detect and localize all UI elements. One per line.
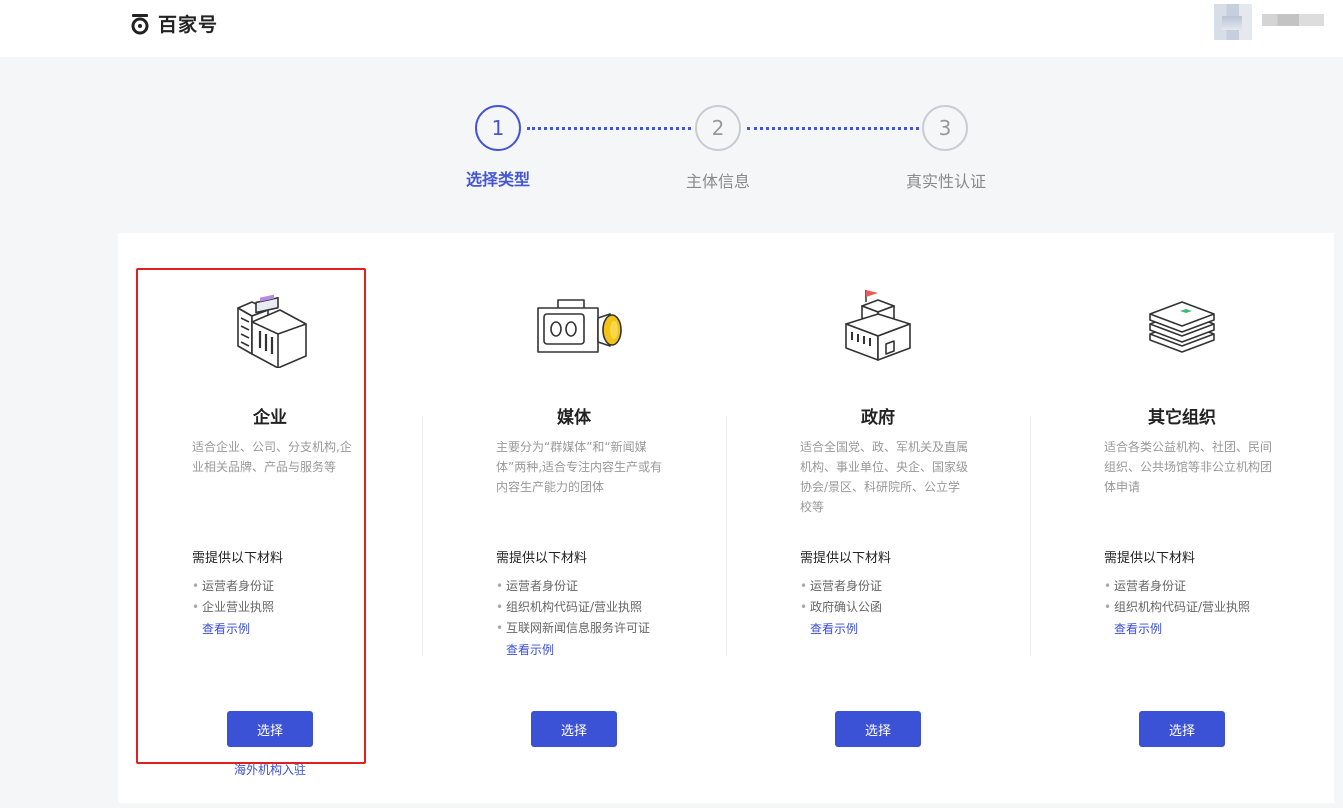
type-card-other-organization: 其它组织 适合各类公益机构、社团、民间组织、公共场馆等非公立机构团体申请 需提供… (1030, 233, 1334, 803)
baijiahao-logo[interactable]: 百家号 (130, 10, 218, 37)
type-description: 适合全国党、政、军机关及直属机构、事业单位、央企、国家级协会/景区、科研院所、公… (800, 440, 969, 514)
materials-title: 需提供以下材料 (192, 551, 284, 566)
type-description: 适合企业、公司、分支机构,企业相关品牌、产品与服务等 (192, 440, 352, 474)
step-connector-1 (527, 127, 691, 131)
materials-list: 运营者身份证 政府确认公函 (800, 576, 882, 618)
step-1-circle: 1 (475, 105, 521, 151)
type-card-enterprise: 企业 适合企业、公司、分支机构,企业相关品牌、产品与服务等 需提供以下材料 运营… (118, 233, 422, 803)
select-enterprise-button[interactable]: 选择 (227, 711, 313, 747)
type-card-media: 媒体 主要分为“群媒体”和“新闻媒体”两种,适合专注内容生产或有内容生产能力的团… (422, 233, 726, 803)
materials-title: 需提供以下材料 (496, 551, 588, 566)
material-item: 互联网新闻信息服务许可证 (496, 618, 650, 639)
materials-list: 运营者身份证 组织机构代码证/营业执照 互联网新闻信息服务许可证 (496, 576, 650, 639)
materials-list: 运营者身份证 企业营业执照 (192, 576, 274, 618)
material-item: 企业营业执照 (192, 597, 274, 618)
type-description: 适合各类公益机构、社团、民间组织、公共场馆等非公立机构团体申请 (1104, 440, 1273, 494)
select-government-button[interactable]: 选择 (835, 711, 921, 747)
type-title: 政府 (861, 408, 895, 428)
select-media-button[interactable]: 选择 (531, 711, 617, 747)
government-building-icon (845, 290, 911, 361)
material-item: 运营者身份证 (192, 576, 274, 597)
baijiahao-logo-icon (131, 13, 149, 34)
view-example-link[interactable]: 查看示例 (1114, 620, 1162, 637)
step-3-label: 真实性认证 (905, 172, 986, 191)
material-item: 组织机构代码证/营业执照 (496, 597, 650, 618)
type-title: 企业 (253, 408, 287, 428)
view-example-link[interactable]: 查看示例 (202, 620, 250, 637)
step-2-label: 主体信息 (685, 172, 750, 191)
top-bar: 百家号 (0, 0, 1343, 57)
step-3-circle: 3 (922, 105, 968, 151)
overseas-institution-link[interactable]: 海外机构入驻 (234, 761, 306, 778)
username[interactable] (1262, 14, 1324, 26)
logo-text: 百家号 (158, 14, 219, 36)
select-other-organization-button[interactable]: 选择 (1139, 711, 1225, 747)
materials-title: 需提供以下材料 (1104, 551, 1196, 566)
video-camera-icon (537, 299, 622, 353)
material-item: 运营者身份证 (496, 576, 650, 597)
material-item: 运营者身份证 (1104, 576, 1250, 597)
building-icon (237, 294, 307, 368)
type-title: 其它组织 (1148, 408, 1216, 428)
type-card-government: 政府 适合全国党、政、军机关及直属机构、事业单位、央企、国家级协会/景区、科研院… (726, 233, 1030, 803)
view-example-link[interactable]: 查看示例 (506, 641, 554, 658)
step-connector-2 (747, 127, 919, 131)
layers-icon (1149, 301, 1215, 353)
step-1-label: 选择类型 (465, 170, 530, 189)
step-2-circle: 2 (695, 105, 741, 151)
type-description: 主要分为“群媒体”和“新闻媒体”两种,适合专注内容生产或有内容生产能力的团体 (496, 440, 663, 494)
type-selection-panel: 企业 适合企业、公司、分支机构,企业相关品牌、产品与服务等 需提供以下材料 运营… (118, 233, 1334, 803)
materials-list: 运营者身份证 组织机构代码证/营业执照 (1104, 576, 1250, 618)
type-title: 媒体 (557, 408, 591, 428)
material-item: 政府确认公函 (800, 597, 882, 618)
material-item: 组织机构代码证/营业执照 (1104, 597, 1250, 618)
materials-title: 需提供以下材料 (800, 551, 892, 566)
user-avatar[interactable] (1214, 4, 1252, 40)
material-item: 运营者身份证 (800, 576, 882, 597)
view-example-link[interactable]: 查看示例 (810, 620, 858, 637)
